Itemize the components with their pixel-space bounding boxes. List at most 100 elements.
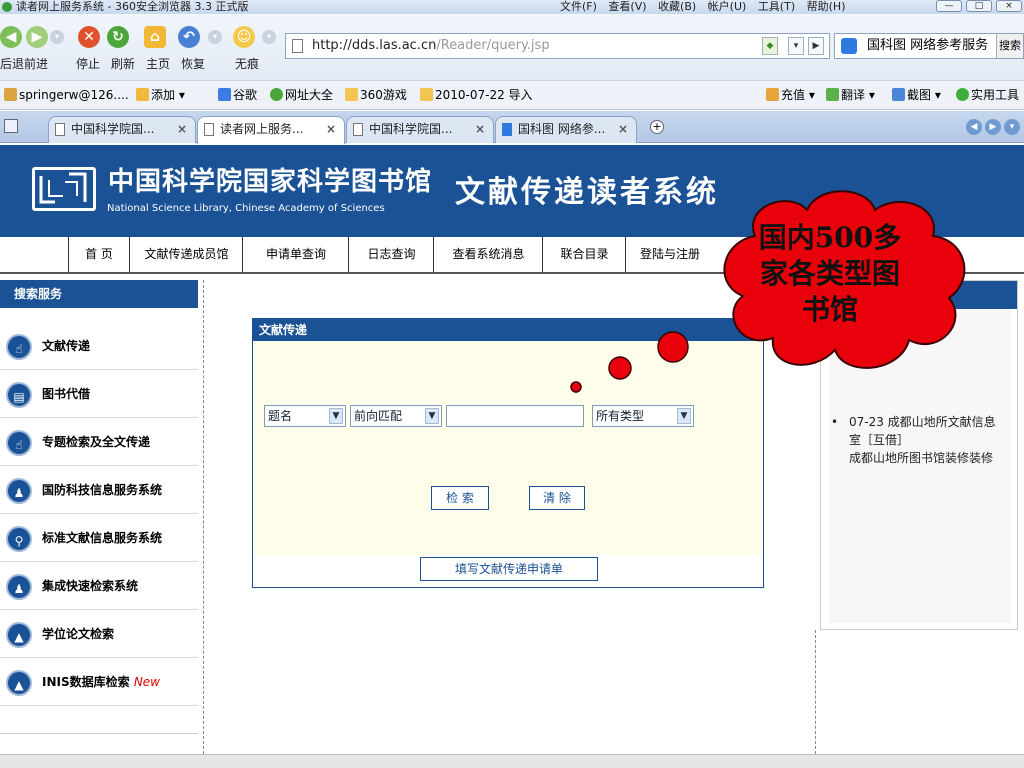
tab-label: 中国科学院国... [71, 122, 155, 136]
menu-help[interactable]: 帮助(H) [807, 0, 846, 13]
refresh-icon[interactable]: ↻ [107, 26, 129, 48]
callout-bubble-medium [608, 356, 632, 380]
menu-file[interactable]: 文件(F) [560, 0, 597, 13]
refresh-label[interactable]: 刷新 [111, 55, 135, 72]
library-name-en: National Science Library, Chinese Academ… [107, 203, 385, 214]
back-label[interactable]: 后退 [0, 55, 24, 72]
history-dropdown-icon[interactable]: ▾ [50, 30, 64, 44]
sidebar-item-label: 图书代借 [42, 387, 91, 401]
tab-3[interactable]: 中国科学院国... × [346, 116, 494, 143]
page-icon [292, 39, 303, 53]
incognito-icon[interactable]: ☺ [233, 26, 255, 48]
tab-2[interactable]: 读者网上服务... × [197, 116, 345, 144]
nav-log-query[interactable]: 日志查询 [350, 237, 434, 272]
sidebar-item-standards[interactable]: ⚲ 标准文献信息服务系统 [0, 514, 198, 562]
portal-icon [270, 88, 283, 101]
close-tab-icon[interactable]: × [475, 117, 485, 141]
sidebar-item-integrated-search[interactable]: ♟ 集成快速检索系统 [0, 562, 198, 610]
bookmark-account[interactable]: springerw@126.... [4, 81, 129, 109]
search-submit-button[interactable]: 检 索 [431, 486, 489, 510]
close-tab-icon[interactable]: × [177, 117, 187, 141]
news-item[interactable]: • 07-23 成都山地所文献信息室［互借］ 成都山地所图书馆装修装修 [831, 413, 1007, 467]
scroll-tabs-left-icon[interactable]: ◀ [966, 119, 982, 135]
type-select[interactable]: 所有类型 ▼ [592, 405, 694, 427]
sidebar-item-document-delivery[interactable]: ☝ 文献传递 [0, 322, 198, 370]
bookmark-label: 实用工具 [971, 88, 1020, 102]
page-icon [353, 123, 363, 136]
go-button[interactable]: ▶ [808, 37, 824, 55]
match-select[interactable]: 前向匹配 ▼ [350, 405, 442, 427]
type-select-value: 所有类型 [596, 409, 645, 423]
close-tab-icon[interactable]: × [618, 117, 628, 141]
nav-union-catalog[interactable]: 联合目录 [544, 237, 626, 272]
translate-button[interactable]: 翻译 ▾ [826, 81, 875, 109]
restore-dropdown-icon[interactable]: ▾ [208, 30, 222, 44]
sidebar-toggle-icon[interactable] [4, 119, 18, 133]
bookmark-google[interactable]: 谷歌 [218, 81, 257, 109]
bookmark-label: 翻译 [841, 88, 866, 102]
scroll-tabs-right-icon[interactable]: ▶ [985, 119, 1001, 135]
search-text: 国科图 网络参考服务 [867, 38, 989, 53]
incognito-dropdown-icon[interactable]: ▾ [262, 30, 276, 44]
tab-strip: 中国科学院国... × 读者网上服务... × 中国科学院国... × 国科图 网络参… [0, 111, 1024, 144]
menu-tools[interactable]: 工具(T) [758, 0, 795, 13]
menu-favorites[interactable]: 收藏(B) [658, 0, 696, 13]
bookmark-games[interactable]: 360游戏 [345, 81, 407, 109]
close-tab-icon[interactable]: × [326, 117, 336, 141]
menu-account[interactable]: 帐户(U) [708, 0, 747, 13]
news-item-summary: 成都山地所图书馆装修装修 [849, 451, 994, 465]
minimize-button[interactable]: — [936, 0, 962, 12]
sidebar-item-label: 国防科技信息服务系统 [42, 483, 163, 497]
bookmark-label: 2010-07-22 导入 [435, 88, 533, 102]
nav-system-messages[interactable]: 查看系统消息 [435, 237, 543, 272]
url-path: /Reader/query.jsp [436, 38, 550, 53]
system-title: 文献传递读者系统 [455, 175, 719, 210]
sidebar-item-label: 专题检索及全文传递 [42, 435, 151, 449]
nav-home[interactable]: 首 页 [69, 237, 130, 272]
sidebar-item-inis-search[interactable]: ▲ INIS数据库检索 New [0, 658, 198, 706]
graduation-cap-icon: ▲ [6, 622, 32, 648]
right-column-divider [815, 630, 816, 754]
fill-request-button[interactable]: 填写文献传递申请单 [420, 557, 598, 581]
maximize-button[interactable]: □ [966, 0, 992, 12]
restore-label[interactable]: 恢复 [181, 55, 205, 72]
tab-list-icon[interactable]: ▾ [1004, 119, 1020, 135]
field-select[interactable]: 题名 ▼ [264, 405, 346, 427]
screenshot-button[interactable]: 截图 ▾ [892, 81, 941, 109]
sidebar-item-topic-search[interactable]: ☝ 专题检索及全文传递 [0, 418, 198, 466]
search-box[interactable]: 国科图 网络参考服务 搜索 [834, 33, 1024, 59]
new-tab-icon[interactable]: + [650, 120, 664, 134]
tab-1[interactable]: 中国科学院国... × [48, 116, 196, 143]
address-dropdown-icon[interactable]: ▾ [788, 37, 804, 55]
bookmark-portal[interactable]: 网址大全 [270, 81, 333, 109]
home-icon[interactable]: ⌂ [144, 26, 166, 48]
address-bar[interactable]: http://dds.las.ac.cn/Reader/query.jsp [285, 33, 830, 59]
menu-view[interactable]: 查看(V) [608, 0, 646, 13]
security-shield-icon[interactable]: ◆ [762, 37, 778, 55]
bookmark-imported[interactable]: 2010-07-22 导入 [420, 81, 533, 109]
stop-label[interactable]: 停止 [76, 55, 100, 72]
tab-4[interactable]: 国科图 网络参... × [495, 116, 637, 143]
forward-label[interactable]: 前进 [24, 55, 48, 72]
restore-icon[interactable]: ↶ [178, 26, 200, 48]
forward-arrow-icon[interactable]: ▶ [26, 26, 48, 48]
back-arrow-icon[interactable]: ◀ [0, 26, 22, 48]
recharge-button[interactable]: 充值 ▾ [766, 81, 815, 109]
nav-member-libraries[interactable]: 文献传递成员馆 [131, 237, 243, 272]
sidebar-item-book-loan[interactable]: ▤ 图书代借 [0, 370, 198, 418]
nav-request-query[interactable]: 申请单查询 [244, 237, 349, 272]
close-window-button[interactable]: × [996, 0, 1022, 12]
stop-icon[interactable]: ✕ [78, 26, 100, 48]
clear-button[interactable]: 清 除 [529, 486, 585, 510]
scissors-icon [892, 88, 905, 101]
query-input[interactable] [446, 405, 584, 427]
sidebar-item-thesis-search[interactable]: ▲ 学位论文检索 [0, 610, 198, 658]
bookmark-add[interactable]: 添加 ▾ [136, 81, 185, 109]
tools-button[interactable]: 实用工具 [956, 81, 1019, 109]
tab-label: 国科图 网络参... [518, 122, 606, 136]
incognito-label[interactable]: 无痕 [235, 55, 259, 72]
sidebar-item-defense-info[interactable]: ♟ 国防科技信息服务系统 [0, 466, 198, 514]
home-label[interactable]: 主页 [146, 55, 170, 72]
search-button[interactable]: 搜索 [996, 34, 1023, 58]
callout-tail [570, 331, 689, 393]
